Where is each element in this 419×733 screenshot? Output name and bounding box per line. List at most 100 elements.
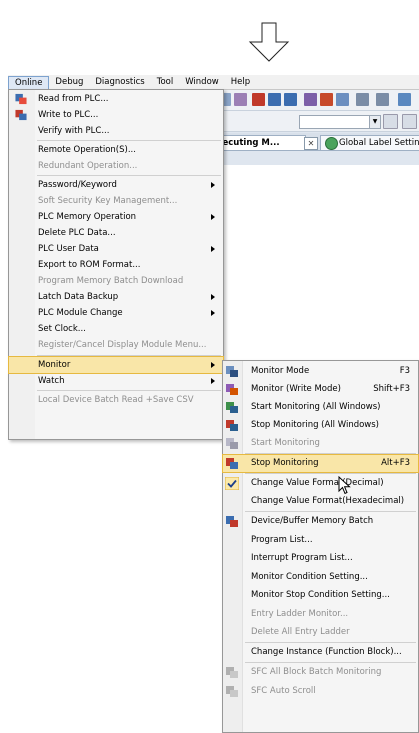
submenu-arrow-icon xyxy=(211,214,215,220)
toolbar-icon[interactable] xyxy=(284,93,297,106)
menu-item-label: Write to PLC... xyxy=(38,110,99,120)
toolbar-icon[interactable] xyxy=(402,114,417,129)
menu-diagnostics[interactable]: Diagnostics xyxy=(89,75,150,89)
monitor-menu-item-program-list[interactable]: Program List... xyxy=(223,532,418,549)
menu-item-label: Start Monitoring (All Windows) xyxy=(251,402,381,412)
menu-separator xyxy=(37,140,221,141)
online-menu-item-plc-module-change[interactable]: PLC Module Change xyxy=(9,305,223,321)
online-menu-item-remote-operation-s[interactable]: Remote Operation(S)... xyxy=(9,142,223,158)
menu-item-label: Verify with PLC... xyxy=(38,126,110,136)
online-menu-item-plc-user-data[interactable]: PLC User Data xyxy=(9,241,223,257)
toolbar-icon[interactable] xyxy=(234,93,247,106)
menu-item-label: Stop Monitoring xyxy=(251,458,319,468)
menu-item-label: Monitor xyxy=(38,360,71,370)
online-dropdown-menu: Read from PLC... Write to PLC... Verify wi… xyxy=(8,89,224,440)
online-menu-item-delete-plc-data[interactable]: Delete PLC Data... xyxy=(9,225,223,241)
menu-separator xyxy=(245,642,416,643)
toolbar-icon[interactable] xyxy=(304,93,317,106)
menu-item-shortcut: Alt+F3 xyxy=(381,458,410,468)
menu-item-label: SFC All Block Batch Monitoring xyxy=(251,667,382,677)
start-monitoring-all-icon xyxy=(226,402,238,413)
tab-executing[interactable]: xecuting M... xyxy=(212,135,306,150)
online-menu-item-set-clock[interactable]: Set Clock... xyxy=(9,321,223,337)
stop-monitoring-icon xyxy=(226,458,238,469)
menu-tool[interactable]: Tool xyxy=(151,75,180,89)
monitor-menu-item-interrupt-program-list[interactable]: Interrupt Program List... xyxy=(223,550,418,567)
online-menu-item-write-to-plc[interactable]: Write to PLC... xyxy=(9,107,223,123)
toolbar-icon[interactable] xyxy=(376,93,389,106)
chevron-down-icon[interactable]: ▼ xyxy=(369,116,380,128)
toolbar-icon[interactable] xyxy=(383,114,398,129)
menu-item-label: Latch Data Backup xyxy=(38,292,119,302)
toolbar-icon[interactable] xyxy=(268,93,281,106)
down-arrow-icon xyxy=(248,22,290,62)
monitor-menu-item-change-instance-function-block[interactable]: Change Instance (Function Block)... xyxy=(223,644,418,661)
menu-item-label: Soft Security Key Management... xyxy=(38,196,178,206)
menu-item-label: Change Value Format(Decimal) xyxy=(251,478,384,488)
online-menu-item-local-device-batch-read-save-csv: Local Device Batch Read +Save CSV xyxy=(9,392,223,408)
device-batch-icon xyxy=(226,516,238,527)
online-menu-item-plc-memory-operation[interactable]: PLC Memory Operation xyxy=(9,209,223,225)
toolbar-icon[interactable] xyxy=(320,93,333,106)
online-menu-item-export-to-rom-format[interactable]: Export to ROM Format... xyxy=(9,257,223,273)
menu-item-label: Set Clock... xyxy=(38,324,86,334)
online-menu-item-verify-with-plc[interactable]: Verify with PLC... xyxy=(9,123,223,139)
monitor-menu-item-delete-all-entry-ladder: Delete All Entry Ladder xyxy=(223,624,418,641)
monitor-menu-item-device-buffer-memory-batch[interactable]: Device/Buffer Memory Batch xyxy=(223,513,418,530)
menu-online[interactable]: Online xyxy=(8,75,50,89)
menu-separator xyxy=(37,355,221,356)
monitor-menu-item-stop-monitoring[interactable]: Stop Monitoring Alt+F3 xyxy=(222,454,419,473)
menu-item-shortcut: F3 xyxy=(399,366,410,376)
menu-item-label: Monitor Stop Condition Setting... xyxy=(251,590,390,600)
monitor-menu-item-change-value-format-hexadecimal[interactable]: Change Value Format(Hexadecimal) xyxy=(223,493,418,510)
monitor-write-mode-icon xyxy=(226,384,238,395)
menu-window[interactable]: Window xyxy=(179,75,225,89)
tab-strip: xecuting M... ✕ Global Label Setting Gl xyxy=(212,133,419,151)
online-menu-item-register-cancel-display-module-menu: Register/Cancel Display Module Menu... xyxy=(9,337,223,353)
monitor-menu-item-change-value-format-decimal[interactable]: Change Value Format(Decimal) xyxy=(223,475,418,492)
submenu-arrow-icon xyxy=(211,362,215,368)
online-menu-item-latch-data-backup[interactable]: Latch Data Backup xyxy=(9,289,223,305)
checkmark-icon xyxy=(225,477,239,490)
menu-separator xyxy=(245,662,416,663)
toolbar-icon[interactable] xyxy=(252,93,265,106)
menu-item-label: Entry Ladder Monitor... xyxy=(251,609,349,619)
submenu-arrow-icon xyxy=(211,378,215,384)
stop-monitoring-all-icon xyxy=(226,420,238,431)
menu-debug[interactable]: Debug xyxy=(49,75,89,89)
menu-item-shortcut: Shift+F3 xyxy=(373,384,410,394)
menu-separator xyxy=(245,511,416,512)
online-menu-item-watch[interactable]: Watch xyxy=(9,373,223,389)
monitor-menu-item-start-monitoring-all-windows[interactable]: Start Monitoring (All Windows) xyxy=(223,399,418,416)
menu-item-label: Stop Monitoring (All Windows) xyxy=(251,420,379,430)
sfc-auto-scroll-icon xyxy=(226,686,238,697)
monitor-menu-item-monitor-mode[interactable]: Monitor Mode F3 xyxy=(223,363,418,380)
toolbar-icon[interactable] xyxy=(356,93,369,106)
monitor-submenu: Monitor Mode F3 Monitor (Write Mode) Shift+… xyxy=(222,360,419,733)
toolbar-icon[interactable] xyxy=(336,93,349,106)
online-menu-item-read-from-plc[interactable]: Read from PLC... xyxy=(9,91,223,107)
menu-help[interactable]: Help xyxy=(225,75,256,89)
menu-item-label: Program List... xyxy=(251,535,313,545)
close-icon[interactable]: ✕ xyxy=(304,137,318,150)
monitor-menu-item-monitor-stop-condition-setting[interactable]: Monitor Stop Condition Setting... xyxy=(223,587,418,604)
menu-item-label: Device/Buffer Memory Batch xyxy=(251,516,374,526)
online-menu-item-monitor[interactable]: Monitor xyxy=(8,356,224,374)
menu-item-label: Program Memory Batch Download xyxy=(38,276,184,286)
menu-item-label: PLC Module Change xyxy=(38,308,123,318)
menu-item-label: SFC Auto Scroll xyxy=(251,686,316,696)
monitor-menu-item-entry-ladder-monitor: Entry Ladder Monitor... xyxy=(223,606,418,623)
menu-item-label: PLC User Data xyxy=(38,244,99,254)
menu-separator xyxy=(37,390,221,391)
menu-item-label: Change Instance (Function Block)... xyxy=(251,647,402,657)
start-monitoring-icon xyxy=(226,438,238,449)
submenu-arrow-icon xyxy=(211,294,215,300)
monitor-menu-item-monitor-condition-setting[interactable]: Monitor Condition Setting... xyxy=(223,569,418,586)
monitor-menu-item-monitor-write-mode[interactable]: Monitor (Write Mode) Shift+F3 xyxy=(223,381,418,398)
sfc-batch-icon xyxy=(226,667,238,678)
online-menu-item-password-keyword[interactable]: Password/Keyword xyxy=(9,177,223,193)
toolbar-combo[interactable]: ▼ xyxy=(299,115,381,129)
monitor-menu-item-stop-monitoring-all-windows[interactable]: Stop Monitoring (All Windows) xyxy=(223,417,418,434)
toolbar-icon[interactable] xyxy=(398,93,411,106)
online-menu-item-soft-security-key-management: Soft Security Key Management... xyxy=(9,193,223,209)
